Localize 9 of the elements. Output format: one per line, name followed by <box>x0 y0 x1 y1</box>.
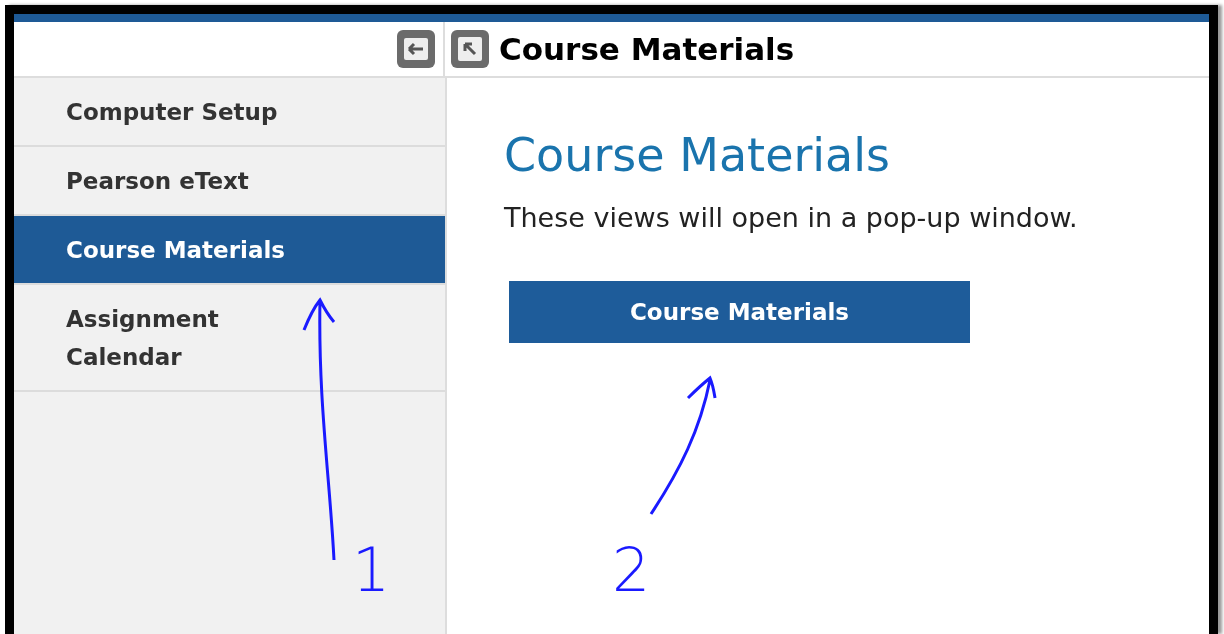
annotation-number: 1 <box>352 535 391 605</box>
popout-button[interactable] <box>451 30 489 68</box>
open-materials-button[interactable]: Course Materials <box>509 281 970 343</box>
collapse-button[interactable] <box>397 30 435 68</box>
sidebar-item[interactable]: Course Materials <box>14 216 445 285</box>
annotation-number: 2 <box>612 535 651 605</box>
page-title: Course Materials <box>499 31 795 67</box>
section-heading: Course Materials <box>504 128 892 182</box>
description-text: These views will open in a pop-up window. <box>504 202 1079 233</box>
